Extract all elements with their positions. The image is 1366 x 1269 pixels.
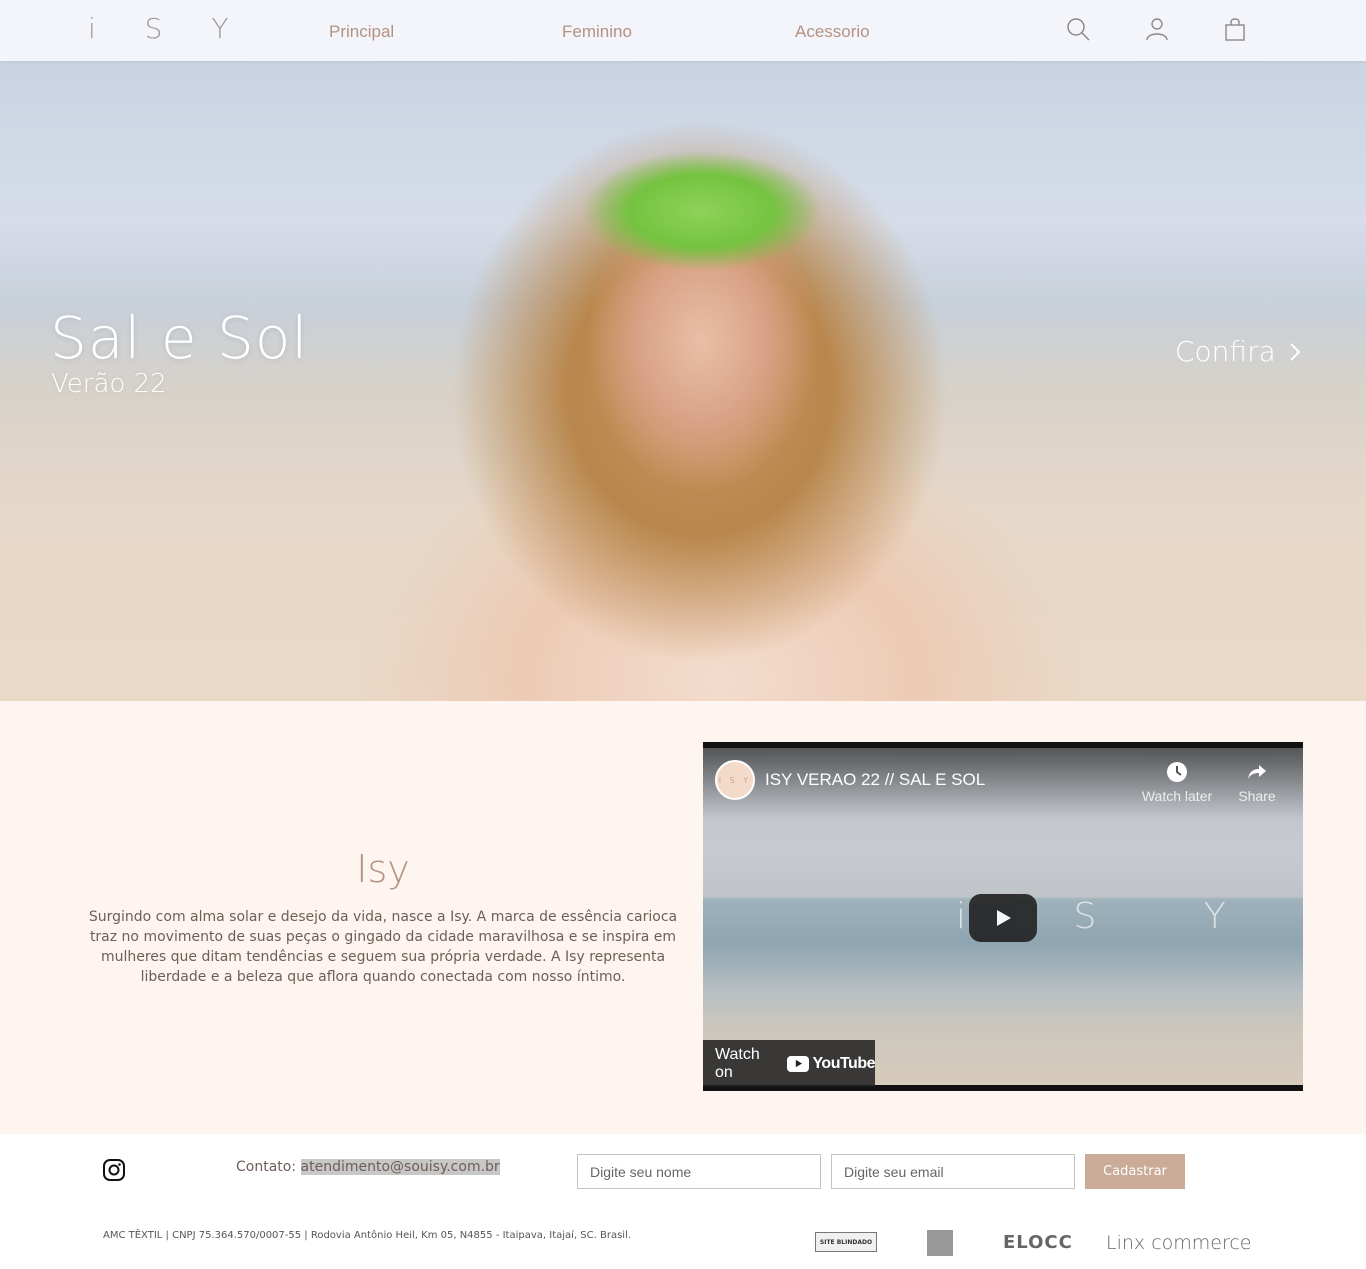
user-icon[interactable] <box>1144 16 1170 42</box>
watch-later-button[interactable]: Watch later <box>1137 760 1217 804</box>
share-label: Share <box>1238 788 1276 804</box>
chevron-right-icon <box>1290 342 1301 361</box>
instagram-icon[interactable] <box>102 1158 126 1182</box>
site-blindado-badge[interactable]: SITE BLINDADO <box>815 1232 877 1252</box>
channel-avatar[interactable]: I S Y <box>715 760 755 800</box>
about-section: Isy Surgindo com alma solar e desejo da … <box>0 701 1366 1134</box>
newsletter-name-input[interactable] <box>577 1154 821 1189</box>
watch-on-label: Watch on <box>715 1045 760 1081</box>
youtube-logo: YouTube <box>787 1055 875 1073</box>
linx-commerce-logo[interactable]: Linx commerce <box>1106 1232 1252 1254</box>
hero-cta-label: Confira <box>1175 335 1276 368</box>
brand-logo[interactable]: i S Y <box>88 12 248 45</box>
video-thumbnail[interactable]: I S Y ISY VERAO 22 // SAL E SOL Watch la… <box>703 748 1303 1087</box>
nav-item-acessorio[interactable]: Acessorio <box>795 22 870 42</box>
security-seal-icon[interactable] <box>927 1230 953 1256</box>
site-header: i S Y Principal Feminino Acessorio <box>0 0 1366 61</box>
legal-info: AMC TÊXTIL | CNPJ 75.364.570/0007-55 | R… <box>103 1230 632 1241</box>
youtube-play-icon <box>787 1055 810 1072</box>
contact-info: Contato: atendimento@souisy.com.br <box>236 1159 500 1175</box>
video-title[interactable]: ISY VERAO 22 // SAL E SOL <box>765 770 985 790</box>
elocc-logo[interactable]: ELOCC <box>1003 1232 1073 1253</box>
watch-on-youtube-button[interactable]: Watch on YouTube <box>703 1040 875 1087</box>
play-icon <box>997 910 1011 926</box>
nav-item-principal[interactable]: Principal <box>329 22 394 42</box>
youtube-wordmark: YouTube <box>812 1054 875 1072</box>
shopping-bag-icon[interactable] <box>1222 16 1248 42</box>
hero-title: Sal e Sol <box>50 304 309 372</box>
youtube-embed[interactable]: I S Y ISY VERAO 22 // SAL E SOL Watch la… <box>703 742 1303 1091</box>
nav-item-feminino[interactable]: Feminino <box>562 22 632 42</box>
newsletter-email-input[interactable] <box>831 1154 1075 1189</box>
search-icon[interactable] <box>1065 16 1091 42</box>
share-button[interactable]: Share <box>1217 760 1297 804</box>
about-title: Isy <box>356 847 410 891</box>
hero-subtitle: Verão 22 <box>51 369 167 399</box>
clock-icon <box>1167 762 1187 782</box>
about-text: Surgindo com alma solar e desejo da vida… <box>88 909 678 985</box>
newsletter-submit-button[interactable]: Cadastrar <box>1085 1154 1185 1189</box>
watch-later-label: Watch later <box>1141 788 1213 804</box>
share-icon <box>1248 765 1266 779</box>
hero-banner[interactable]: Sal e Sol Verão 22 Confira <box>0 61 1366 701</box>
hero-cta-link[interactable]: Confira <box>1175 335 1302 368</box>
site-footer: Contato: atendimento@souisy.com.br Cadas… <box>0 1134 1366 1269</box>
contact-label: Contato: <box>236 1159 297 1175</box>
play-button[interactable] <box>969 894 1037 942</box>
contact-email-link[interactable]: atendimento@souisy.com.br <box>300 1159 500 1175</box>
